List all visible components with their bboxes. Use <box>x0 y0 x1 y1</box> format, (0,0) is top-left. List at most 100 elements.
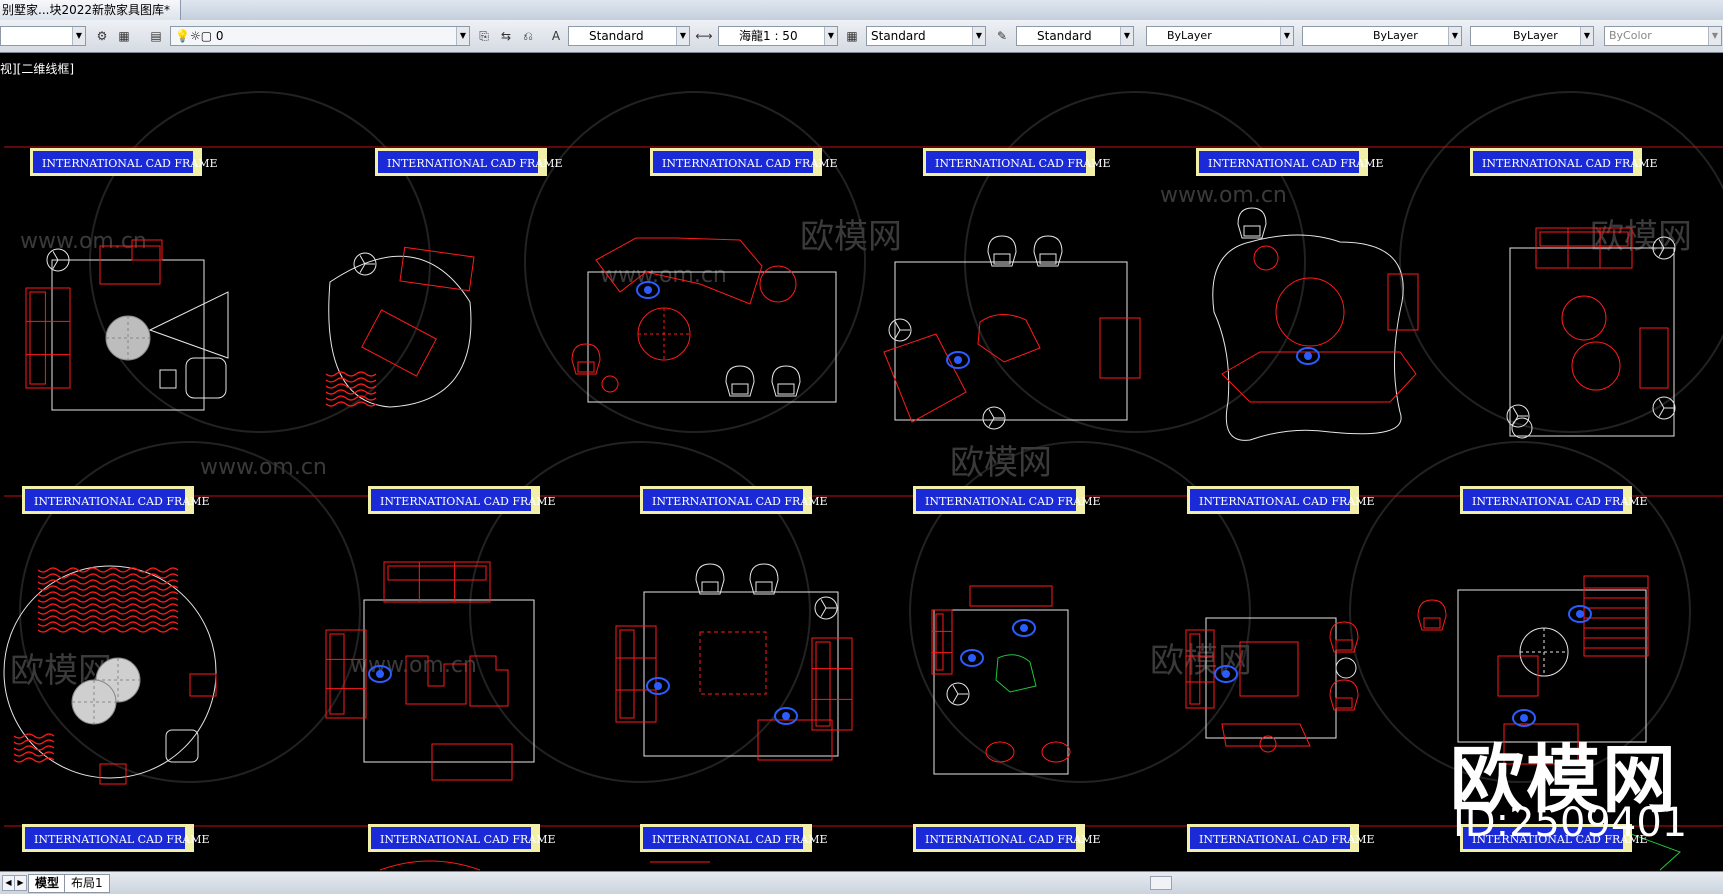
lock-icon: ▢ <box>200 29 213 43</box>
bed-bench <box>361 309 437 377</box>
animal-rug <box>1212 234 1404 441</box>
table-style-icon[interactable]: ▦ <box>842 26 862 46</box>
coffee-table <box>699 631 767 695</box>
viewport-label[interactable]: 视][二维线框] <box>0 60 74 77</box>
chair-seat <box>755 581 773 593</box>
side-table <box>1253 245 1279 271</box>
sofa-right <box>811 637 853 731</box>
cad-frame-label: INTERNATIONAL CAD FRAME <box>1196 148 1383 176</box>
multileader-style-select[interactable]: Standard ▼ <box>1016 26 1134 46</box>
layer-previous-icon[interactable]: ⎌ <box>518 26 538 46</box>
chair-shape <box>571 343 601 375</box>
layer-match-icon[interactable]: ⇆ <box>496 26 516 46</box>
color-select[interactable]: ByLayer ▼ <box>1146 26 1294 46</box>
fan-blade <box>952 685 959 695</box>
frame-label-text: INTERNATIONAL CAD FRAME <box>652 833 827 846</box>
frame-label-text: INTERNATIONAL CAD FRAME <box>42 157 217 170</box>
round-table <box>71 679 117 725</box>
person-head <box>654 682 662 690</box>
make-current-layer-icon[interactable]: ⎘ <box>474 26 494 46</box>
fan-blade <box>1512 407 1519 417</box>
round-table <box>1519 627 1569 677</box>
round-table <box>637 307 691 361</box>
text-style-select[interactable]: Standard ▼ <box>568 26 690 46</box>
cad-frame-label: INTERNATIONAL CAD FRAME <box>1470 148 1657 176</box>
chair <box>985 741 1015 763</box>
chair <box>695 563 725 595</box>
frame-label-text: INTERNATIONAL CAD FRAME <box>935 157 1110 170</box>
watermark-text: www.om.cn <box>20 229 147 254</box>
person-head <box>968 654 976 662</box>
watermark-text: 欧模网 <box>1590 217 1692 257</box>
dim-style-select[interactable]: Standard ▼ <box>866 26 986 46</box>
annotation-scale-select[interactable]: 海龍1 : 50 ▼ <box>718 26 838 46</box>
sofa-back <box>815 641 831 727</box>
text-style-icon[interactable]: A <box>546 26 566 46</box>
chair <box>749 563 779 595</box>
floor-plan-2 <box>325 246 475 408</box>
frame-label-text: INTERNATIONAL CAD FRAME <box>380 495 555 508</box>
chevron-down-icon: ▼ <box>1708 27 1721 45</box>
chair <box>771 365 801 397</box>
chair-seat <box>1423 617 1441 629</box>
chair <box>1041 741 1071 763</box>
sun-icon: ☼ <box>189 29 201 43</box>
fan-blade <box>988 409 995 419</box>
person-figure <box>960 649 984 667</box>
floor-plan-9 <box>615 563 853 761</box>
room-outline <box>587 271 837 403</box>
tab-next-icon[interactable]: ▶ <box>14 875 27 891</box>
watermark-circle <box>89 91 431 433</box>
rug-scribble <box>13 733 55 763</box>
gear-icon[interactable]: ⚙ <box>92 26 112 46</box>
ottoman <box>165 729 199 763</box>
floor-plan-5 <box>1212 207 1419 441</box>
person-head <box>1576 610 1584 618</box>
person-figure <box>1012 619 1036 637</box>
bulb-icon: 💡 <box>175 29 190 43</box>
properties-toolbar: ▼ ⚙ ▦ ▤ 💡☼▢ 0 ▼ ⎘ ⇆ ⎌ A Standard ▼ ⟷ 海龍1 … <box>0 20 1723 53</box>
chair <box>725 365 755 397</box>
annotation-scale-value: 海龍1 : 50 <box>739 29 798 43</box>
workspace-select[interactable]: ▼ <box>0 26 86 46</box>
document-tab-title: 别墅家...块2022新款家具图库* <box>2 3 170 17</box>
watermark-circle <box>1399 91 1723 433</box>
person-figure <box>946 351 970 369</box>
lineweight-value: ByLayer <box>1513 29 1558 42</box>
scrollbar-thumb[interactable] <box>1150 876 1172 890</box>
cad-frame-label: INTERNATIONAL CAD FRAME <box>22 486 209 514</box>
frame-label-text: INTERNATIONAL CAD FRAME <box>652 495 827 508</box>
side-table <box>1335 657 1357 679</box>
fan-blade <box>52 259 59 269</box>
ceiling-fan <box>946 682 970 706</box>
sofa-body <box>615 625 657 723</box>
chair-seat <box>701 581 719 593</box>
linetype-select[interactable]: ByLayer ▼ <box>1302 26 1462 46</box>
cad-frame-label: INTERNATIONAL CAD FRAME <box>640 486 827 514</box>
chair-shape <box>695 563 725 595</box>
chair-row <box>1221 723 1311 747</box>
layer-state-icon[interactable]: ▦ <box>114 26 134 46</box>
frame-label-text: INTERNATIONAL CAD FRAME <box>1199 833 1374 846</box>
chair-shape <box>749 563 779 595</box>
multileader-style-icon[interactable]: ✎ <box>992 26 1012 46</box>
frame-label-text: INTERNATIONAL CAD FRAME <box>925 495 1100 508</box>
document-tab[interactable]: 别墅家...块2022新款家具图库* <box>0 0 181 20</box>
layer-properties-icon[interactable]: ▤ <box>146 26 166 46</box>
layout-tab-bar: ◀ ▶ 模型 布局1 <box>0 871 1723 894</box>
sofa-back <box>29 291 46 385</box>
plot-style-select[interactable]: ByColor ▼ <box>1604 26 1722 46</box>
cad-frame-label: INTERNATIONAL CAD FRAME <box>30 148 217 176</box>
layer-name: 0 <box>215 29 224 43</box>
cad-frame-label: INTERNATIONAL CAD FRAME <box>368 486 555 514</box>
ottoman <box>185 357 227 399</box>
chevron-down-icon: ▼ <box>456 27 469 45</box>
tab-model[interactable]: 模型 <box>28 874 67 893</box>
dim-style-icon[interactable]: ⟷ <box>694 26 714 46</box>
fan-blade <box>894 329 901 339</box>
layer-select[interactable]: 💡☼▢ 0 ▼ <box>170 26 470 46</box>
floor-plan-10 <box>931 585 1071 775</box>
lineweight-select[interactable]: ByLayer ▼ <box>1470 26 1594 46</box>
tab-layout1[interactable]: 布局1 <box>64 874 110 893</box>
side-table <box>189 673 217 697</box>
